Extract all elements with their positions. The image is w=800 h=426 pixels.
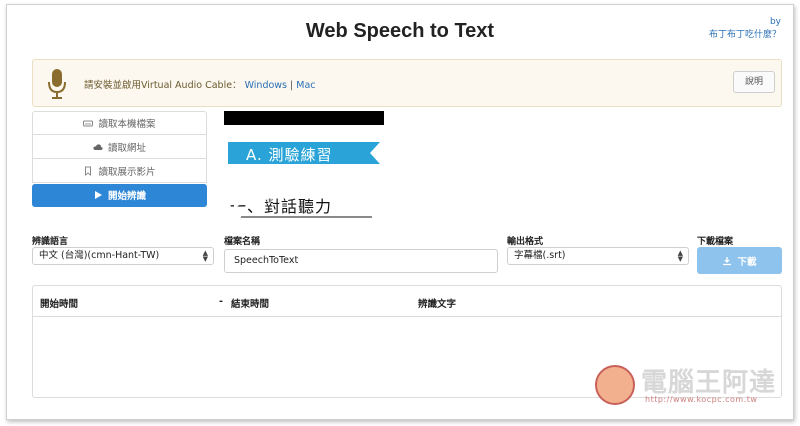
format-select-value: 字幕檔(.srt) (514, 250, 566, 261)
table-header: 開始時間 - 結束時間 辨識文字 (33, 286, 781, 317)
author-credit: by 布丁布丁吃什麼？ (709, 16, 781, 42)
col-end-time: 結束時間 (231, 299, 270, 310)
select-arrows-icon: ▲ ▼ (202, 249, 208, 263)
video-time: 0:00 (252, 196, 273, 206)
menu-item-label: 讀取本機檔案 (98, 119, 156, 130)
source-menu: 讀取本機檔案 讀取網址 讀取展示影片 開始辨識 (32, 111, 207, 207)
start-recognition-button[interactable]: 開始辨識 (32, 184, 207, 207)
col-recognized-text: 辨識文字 (418, 299, 457, 310)
menu-item-label: 開始辨識 (107, 191, 146, 202)
fullscreen-icon[interactable] (345, 197, 354, 206)
watermark-title: 電腦王阿達 (641, 368, 777, 398)
video-progress-handle[interactable] (232, 212, 241, 221)
format-select[interactable]: 字幕檔(.srt) ▲ ▼ (507, 247, 689, 265)
menu-item-label: 讀取展示影片 (98, 166, 156, 178)
page-title: Web Speech to Text (305, 20, 495, 42)
site-watermark: 電腦王阿達 http://www.kocpc.com.tw (595, 359, 781, 415)
filename-label: 檔案名稱 (224, 237, 261, 247)
format-label: 輸出格式 (507, 237, 544, 247)
language-label: 辨識語言 (32, 237, 69, 247)
more-options-icon[interactable]: · · · (368, 191, 372, 210)
select-arrows-icon: ▲ ▼ (677, 249, 683, 263)
alert-text: 請安裝並啟用Virtual Audio Cable： (84, 80, 242, 91)
play-icon (94, 191, 102, 199)
video-banner: A. 測驗練習 (228, 142, 380, 164)
download-label: 下載檔案 (697, 237, 734, 247)
menu-item-local-file[interactable]: 讀取本機檔案 (32, 111, 207, 135)
by-label: by (769, 17, 781, 27)
video-progress-bar[interactable] (236, 216, 372, 218)
download-icon (723, 256, 732, 265)
watermark-url: http://www.kocpc.com.tw (645, 395, 758, 404)
help-button[interactable]: 說明 (733, 71, 775, 93)
download-button[interactable]: 下載 (697, 247, 782, 274)
mac-link[interactable]: Mac (296, 80, 315, 91)
col-dash: - (219, 296, 223, 307)
video-play-icon[interactable] (234, 197, 242, 209)
video-controls: 0:00 · · · (224, 191, 384, 223)
link-separator: | (290, 80, 294, 91)
download-button-label: 下載 (737, 256, 757, 268)
windows-link[interactable]: Windows (245, 80, 287, 91)
language-select[interactable]: 中文 (台灣)(cmn-Hant-TW) ▲ ▼ (32, 247, 214, 265)
audio-cable-alert: 請安裝並啟用Virtual Audio Cable： Windows | Mac… (32, 59, 782, 107)
video-player[interactable]: A. 測驗練習 一、對話聽力 0:00 · · · (224, 111, 384, 230)
cloud-icon (93, 143, 103, 150)
app-frame: Web Speech to Text by 布丁布丁吃什麼？ 請安裝並啟用Vir… (6, 4, 794, 420)
menu-item-url[interactable]: 讀取網址 (32, 135, 207, 159)
drive-icon (83, 120, 94, 127)
video-banner-text: A. 測驗練習 (246, 146, 333, 164)
author-link[interactable]: 布丁布丁吃什麼？ (709, 30, 781, 40)
col-start-time: 開始時間 (40, 299, 79, 310)
menu-item-demo-video[interactable]: 讀取展示影片 (32, 159, 207, 183)
language-select-value: 中文 (台灣)(cmn-Hant-TW) (39, 250, 160, 261)
menu-item-label: 讀取網址 (107, 142, 146, 154)
bookmark-icon (85, 166, 92, 176)
filename-input[interactable]: SpeechToText (224, 249, 498, 273)
alert-message: 請安裝並啟用Virtual Audio Cable： Windows | Mac (84, 77, 316, 91)
mascot-logo (595, 365, 635, 405)
microphone-icon (48, 69, 66, 99)
